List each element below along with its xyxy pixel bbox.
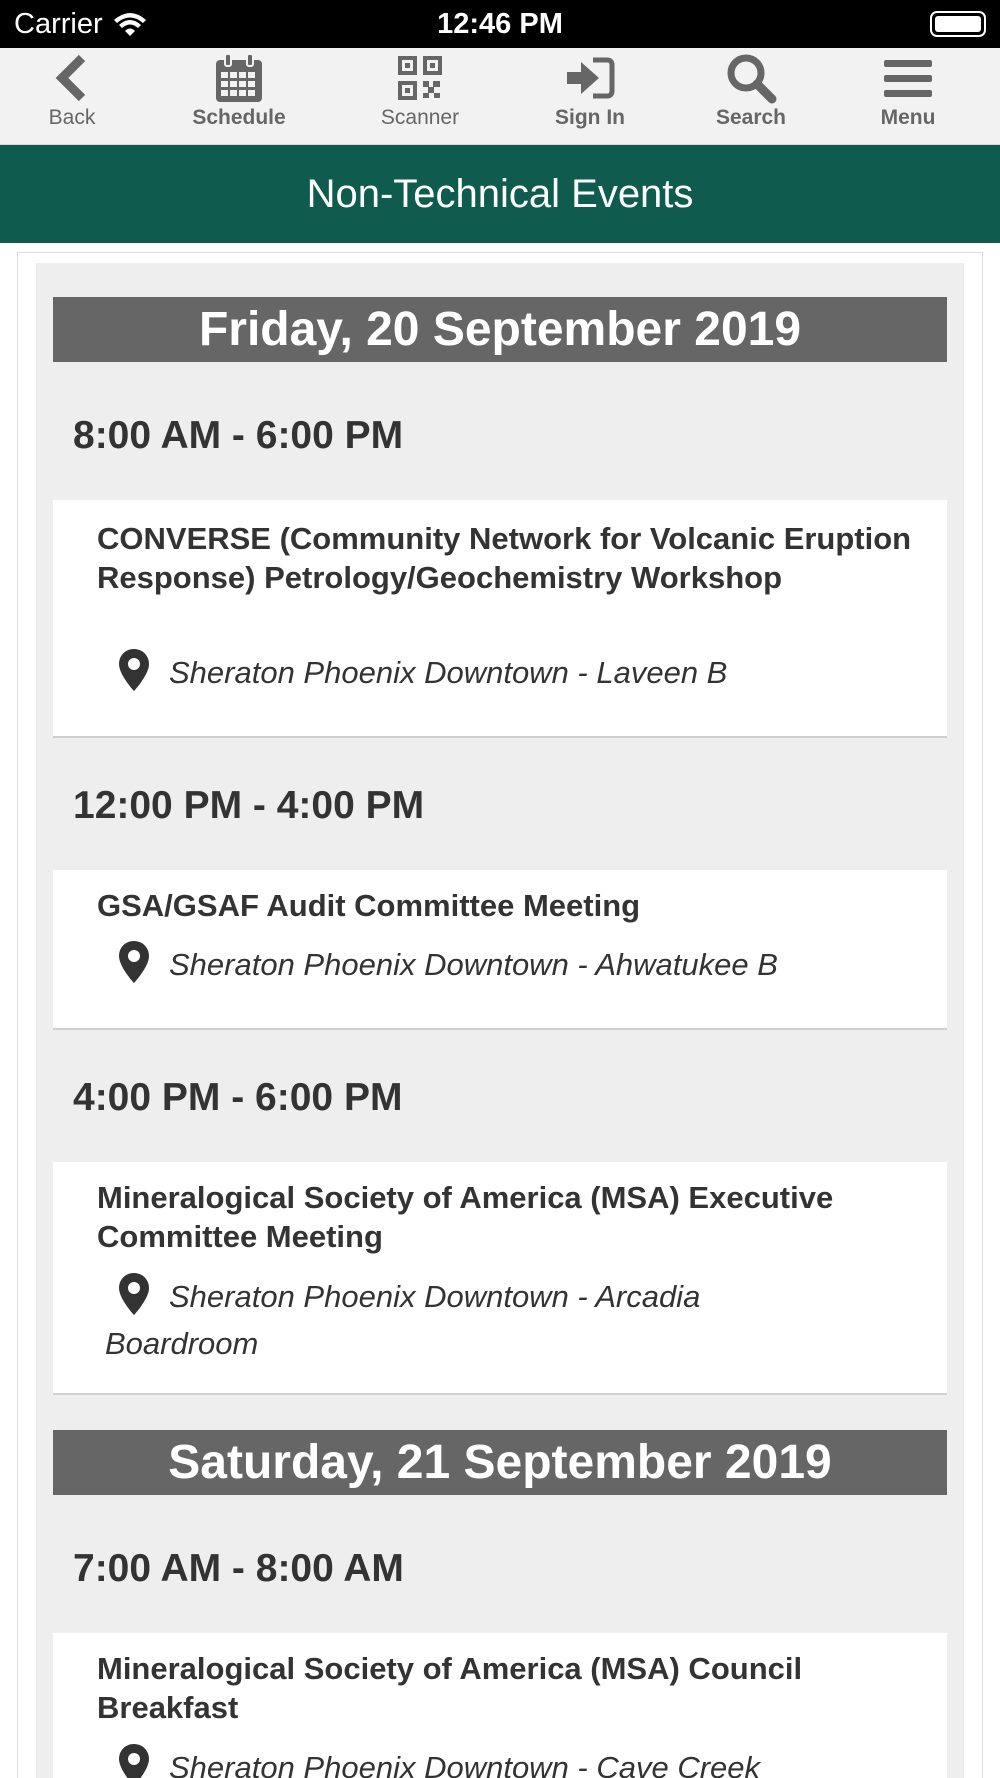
scanner-label: Scanner [380,106,460,129]
search-button[interactable]: Search [701,48,801,145]
event-card[interactable]: CONVERSE (Community Network for Volcanic… [53,500,947,738]
menu-button[interactable]: Menu [858,48,958,145]
hamburger-menu-icon [880,50,936,106]
menu-label: Menu [880,106,936,129]
time-slot-label: 8:00 AM - 6:00 PM [73,414,404,457]
scanner-button[interactable]: Scanner [370,48,470,145]
event-title: GSA/GSAF Audit Committee Meeting [97,888,641,923]
search-icon [723,50,779,106]
event-location: Sheraton Phoenix Downtown - Laveen B [105,648,925,696]
event-location-text: Sheraton Phoenix Downtown - Cave Creek [169,1750,761,1778]
event-location: Sheraton Phoenix Downtown - Arcadia Boar… [105,1272,805,1367]
event-card[interactable]: Mineralogical Society of America (MSA) E… [53,1162,947,1395]
day-header: Friday, 20 September 2019 [53,297,947,362]
event-title: Mineralogical Society of America (MSA) E… [97,1180,834,1254]
qr-code-icon [392,50,448,106]
map-pin-icon [119,941,149,983]
time-slot-label: 4:00 PM - 6:00 PM [73,1076,403,1119]
event-card[interactable]: GSA/GSAF Audit Committee Meeting Sherato… [53,870,947,1030]
event-location: Sheraton Phoenix Downtown - Cave Creek [105,1743,925,1778]
sign-in-label: Sign In [555,106,625,129]
back-label: Back [48,106,96,129]
chevron-left-icon [44,50,100,106]
event-title: Mineralogical Society of America (MSA) C… [97,1651,803,1725]
time-slot-label: 12:00 PM - 4:00 PM [73,784,425,827]
event-location-text: Sheraton Phoenix Downtown - Laveen B [169,655,728,690]
event-location-text: Sheraton Phoenix Downtown - Arcadia Boar… [105,1279,701,1361]
search-label: Search [715,106,787,129]
map-pin-icon [119,1273,149,1315]
time-slot-label: 7:00 AM - 8:00 AM [73,1547,404,1590]
status-time: 12:46 PM [437,8,563,40]
event-location-text: Sheraton Phoenix Downtown - Ahwatukee B [169,947,778,982]
event-card[interactable]: Mineralogical Society of America (MSA) C… [53,1633,947,1778]
schedule-button[interactable]: Schedule [183,48,295,145]
map-pin-icon [119,649,149,691]
schedule-label: Schedule [192,106,286,129]
status-bar: Carrier 12:46 PM [0,0,1000,48]
sign-in-button[interactable]: Sign In [540,48,640,145]
day-header: Saturday, 21 September 2019 [53,1430,947,1495]
event-location: Sheraton Phoenix Downtown - Ahwatukee B [105,940,925,988]
calendar-icon [211,50,267,106]
sign-in-icon [562,50,618,106]
battery-icon [930,11,986,37]
page-title: Non-Technical Events [0,145,1000,243]
top-nav-bar: Back Schedule Scanner Sign In Search Men… [0,48,1000,145]
back-button[interactable]: Back [32,48,112,145]
event-title: CONVERSE (Community Network for Volcanic… [97,521,912,595]
map-pin-icon [119,1744,149,1778]
